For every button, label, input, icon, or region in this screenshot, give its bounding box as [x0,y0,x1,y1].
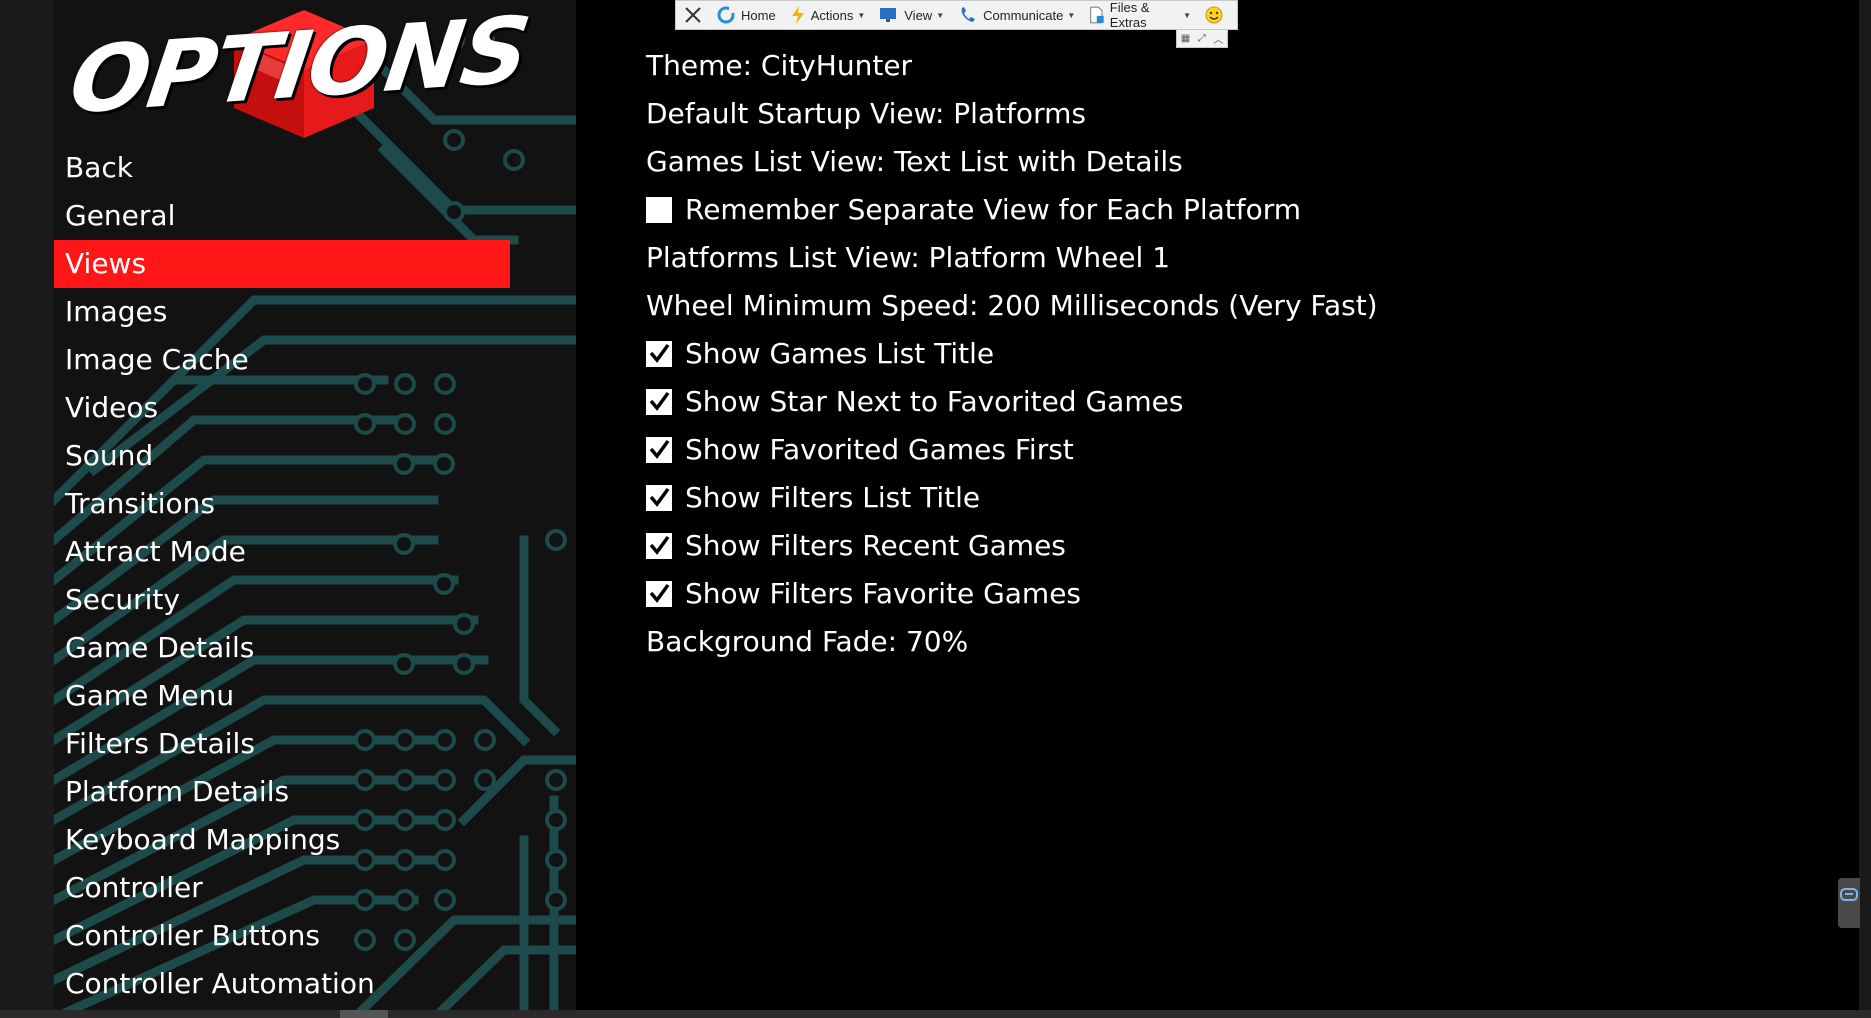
default-startup-view-label: Default Startup View: Platforms [646,97,1086,130]
checkmark-icon [649,583,670,603]
show-filters-favorite-label: Show Filters Favorite Games [685,577,1082,610]
show-favorited-first-label: Show Favorited Games First [685,433,1074,466]
chevron-down-icon: ▼ [1067,10,1076,20]
toolbar-files-extras-label: Files & Extras [1109,0,1150,30]
default-startup-view-setting[interactable]: Default Startup View: Platforms [646,90,1378,138]
close-icon [685,7,701,23]
toolbar-emoji-button[interactable] [1205,6,1223,24]
left-gutter [0,0,54,1018]
logo-text: OPTIONS [63,0,535,135]
remember-separate-view-checkbox[interactable] [646,197,672,223]
checkmark-icon [649,391,670,411]
sidebar-item-views[interactable]: Views [54,240,510,288]
toolbar-view-label: View [904,7,933,23]
home-icon [717,6,735,24]
checkmark-icon [649,535,670,555]
theme-label: Theme: CityHunter [646,49,913,82]
toolbar-sub-controls: ▦ ⤢ ︿ [1176,30,1228,48]
show-filters-recent-setting[interactable]: Show Filters Recent Games [646,522,1378,570]
sidebar-item-sound[interactable]: Sound [54,432,510,480]
smiley-icon [1205,6,1223,24]
games-list-view-label: Games List View: Text List with Details [646,145,1183,178]
monitor-icon [880,8,897,22]
sidebar-item-videos[interactable]: Videos [54,384,510,432]
toolbar-communicate-label: Communicate [983,7,1064,23]
chevron-down-icon: ▼ [936,10,945,20]
toolbar-view-button[interactable]: View ▼ [879,6,944,24]
remember-separate-view-setting[interactable]: Remember Separate View for Each Platform [646,186,1378,234]
show-filters-recent-checkbox[interactable] [646,533,672,559]
background-fade-setting[interactable]: Background Fade: 70% [646,618,1378,666]
wheel-minimum-speed-label: Wheel Minimum Speed: 200 Milliseconds (V… [646,289,1378,322]
options-menu: Back General Views Images Image Cache Vi… [54,144,576,1008]
toolbar-actions-button[interactable]: Actions ▼ [790,5,866,25]
checkmark-icon [649,439,670,459]
wheel-minimum-speed-setting[interactable]: Wheel Minimum Speed: 200 Milliseconds (V… [646,282,1378,330]
sidebar-item-general[interactable]: General [54,192,510,240]
show-favorited-first-checkbox[interactable] [646,437,672,463]
options-sidebar: OPTIONS Back General Views Images Image … [54,0,576,1018]
checkmark-icon [649,343,670,363]
sidebar-item-game-details[interactable]: Game Details [54,624,510,672]
show-filters-favorite-checkbox[interactable] [646,581,672,607]
toolbar-home-button[interactable]: Home [716,5,776,25]
platforms-list-view-setting[interactable]: Platforms List View: Platform Wheel 1 [646,234,1378,282]
sidebar-item-game-menu[interactable]: Game Menu [54,672,510,720]
show-filters-list-title-label: Show Filters List Title [685,481,981,514]
games-list-view-setting[interactable]: Games List View: Text List with Details [646,138,1378,186]
lightning-icon [791,6,804,24]
remote-session-toolbar: Home Actions ▼ View ▼ Communicate ▼ Files &… [675,0,1238,30]
sidebar-item-images[interactable]: Images [54,288,510,336]
file-icon [1090,6,1104,24]
show-games-list-title-checkbox[interactable] [646,341,672,367]
remote-side-widget[interactable] [1838,878,1860,928]
phone-icon [961,7,976,22]
bottom-scroll-thumb[interactable] [340,1010,388,1018]
toolbar-files-extras-button[interactable]: Files & Extras ▼ [1089,0,1191,30]
show-games-list-title-label: Show Games List Title [685,337,995,370]
checkmark-icon [649,487,670,507]
chevron-down-icon: ▼ [857,10,866,20]
sidebar-item-image-cache[interactable]: Image Cache [54,336,510,384]
sidebar-item-platform-details[interactable]: Platform Details [54,768,510,816]
right-edge [1859,0,1871,1018]
background-fade-label: Background Fade: 70% [646,625,969,658]
show-favorited-first-setting[interactable]: Show Favorited Games First [646,426,1378,474]
toolbar-communicate-button[interactable]: Communicate ▼ [958,5,1075,25]
grid-icon[interactable]: ▦ [1181,33,1190,44]
show-filters-list-title-setting[interactable]: Show Filters List Title [646,474,1378,522]
toolbar-actions-label: Actions [810,7,854,23]
platforms-list-view-label: Platforms List View: Platform Wheel 1 [646,241,1171,274]
sidebar-item-keyboard-mappings[interactable]: Keyboard Mappings [54,816,510,864]
remember-separate-view-label: Remember Separate View for Each Platform [685,193,1302,226]
show-filters-recent-label: Show Filters Recent Games [685,529,1066,562]
fullscreen-icon[interactable]: ⤢ [1198,33,1206,44]
chevron-down-icon: ▼ [1183,10,1191,20]
sidebar-item-controller-buttons[interactable]: Controller Buttons [54,912,510,960]
chat-icon [1840,888,1858,901]
bottom-scroll-track [0,1010,1871,1018]
sidebar-item-transitions[interactable]: Transitions [54,480,510,528]
show-filters-list-title-checkbox[interactable] [646,485,672,511]
show-games-list-title-setting[interactable]: Show Games List Title [646,330,1378,378]
sidebar-item-filters-details[interactable]: Filters Details [54,720,510,768]
sidebar-item-security[interactable]: Security [54,576,510,624]
close-session-button[interactable] [684,6,702,24]
collapse-toolbar-icon[interactable]: ︿ [1213,31,1223,46]
sidebar-item-controller-automation[interactable]: Controller Automation [54,960,510,1008]
show-filters-favorite-setting[interactable]: Show Filters Favorite Games [646,570,1378,618]
views-settings-panel: Theme: CityHunter Default Startup View: … [646,42,1378,666]
sidebar-item-back[interactable]: Back [54,144,510,192]
show-star-favorited-setting[interactable]: Show Star Next to Favorited Games [646,378,1378,426]
sidebar-item-controller[interactable]: Controller [54,864,510,912]
show-star-favorited-checkbox[interactable] [646,389,672,415]
show-star-favorited-label: Show Star Next to Favorited Games [685,385,1184,418]
toolbar-home-label: Home [741,7,776,23]
sidebar-item-attract-mode[interactable]: Attract Mode [54,528,510,576]
options-logo: OPTIONS [63,0,564,142]
theme-setting[interactable]: Theme: CityHunter [646,42,1378,90]
